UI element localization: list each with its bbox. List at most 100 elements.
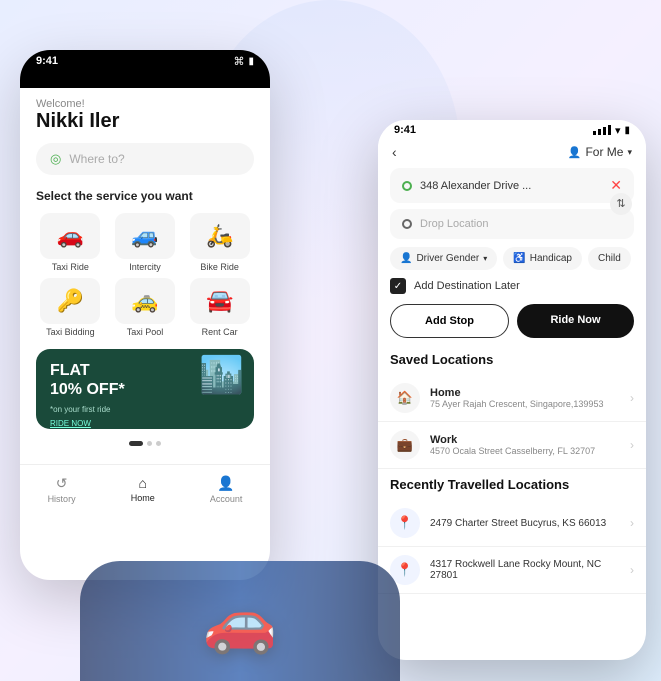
home-saved-icon: 🏠 [390,383,420,413]
handicap-chip[interactable]: ♿ Handicap [503,247,582,270]
location-inputs: 348 Alexander Drive ... ✕ Drop Location … [378,168,646,239]
intercity-icon: 🚙 [115,213,175,259]
promo-subtext: *on your first ride [50,405,110,414]
nav-history-label: History [48,494,76,504]
back-button[interactable]: ‹ [392,144,397,160]
right-header: ‹ 👤 For Me ▾ [378,140,646,168]
action-buttons: Add Stop Ride Now [378,304,646,338]
welcome-text: Welcome! [36,98,254,110]
wifi-icon-r: ▾ [615,124,621,137]
services-grid: 🚗 Taxi Ride 🚙 Intercity 🛵 Bike Ride 🔑 Ta… [36,213,254,337]
nav-history[interactable]: ↺ History [48,475,76,504]
taxi-bidding-icon: 🔑 [40,278,100,324]
nav-home-label: Home [131,493,155,503]
work-arrow-icon: › [630,438,634,452]
dot-2 [147,441,152,446]
person-small-icon: 👤 [568,146,582,159]
taxi-ride-icon: 🚗 [40,213,100,259]
search-bar[interactable]: ◎ Where to? [36,143,254,175]
driver-gender-chip[interactable]: 👤 Driver Gender ▾ [390,247,497,270]
saved-home[interactable]: 🏠 Home 75 Ayer Rajah Crescent, Singapore… [378,375,646,422]
child-label: Child [598,253,621,264]
recent-2-address: 4317 Rockwell Lane Rocky Mount, NC 27801 [430,559,620,581]
search-placeholder: Where to? [69,152,124,166]
service-taxi-bidding[interactable]: 🔑 Taxi Bidding [36,278,105,337]
pickup-dot [402,181,412,191]
user-name: Nikki Iler [36,110,254,133]
recent-2-info: 4317 Rockwell Lane Rocky Mount, NC 27801 [430,559,620,581]
taxi-bidding-label: Taxi Bidding [46,327,95,337]
saved-work[interactable]: 💼 Work 4570 Ocala Street Casselberry, FL… [378,422,646,469]
destination-checkbox-label: Add Destination Later [414,280,520,292]
options-row: 👤 Driver Gender ▾ ♿ Handicap Child [378,247,646,270]
handicap-icon: ♿ [513,253,525,264]
account-icon: 👤 [217,475,234,492]
pickup-input[interactable]: 348 Alexander Drive ... ✕ [390,168,634,203]
work-name: Work [430,434,620,446]
recent-1-arrow-icon: › [630,516,634,530]
status-time-right: 9:41 [394,124,416,136]
car-image: 🚗 [80,561,400,681]
add-stop-button[interactable]: Add Stop [390,304,509,338]
dot-1 [129,441,143,446]
bike-ride-icon: 🛵 [190,213,250,259]
for-me-dropdown[interactable]: 👤 For Me ▾ [568,145,632,159]
nav-account[interactable]: 👤 Account [210,475,243,504]
promo-card[interactable]: FLAT10% OFF* *on your first ride RIDE NO… [36,349,254,429]
drop-dot [402,219,412,229]
promo-link[interactable]: RIDE NOW [50,419,240,428]
section-title: Select the service you want [36,189,254,203]
signal-icon-r [593,125,611,135]
dot-3 [156,441,161,446]
recent-1[interactable]: 📍 2479 Charter Street Bucyrus, KS 66013 … [378,500,646,547]
taxi-pool-label: Taxi Pool [127,327,164,337]
service-intercity[interactable]: 🚙 Intercity [111,213,180,272]
driver-gender-icon: 👤 [400,253,412,264]
pickup-address: 348 Alexander Drive ... [420,180,602,192]
car-emoji: 🚗 [203,586,278,657]
bike-ride-label: Bike Ride [200,262,239,272]
work-saved-icon: 💼 [390,430,420,460]
rent-car-label: Rent Car [202,327,238,337]
clear-pickup-icon[interactable]: ✕ [610,177,622,194]
work-address: 4570 Ocala Street Casselberry, FL 32707 [430,446,620,456]
recent-2-arrow-icon: › [630,563,634,577]
promo-decoration: 🏙️ [199,354,244,396]
recent-title: Recently Travelled Locations [378,477,646,492]
bottom-nav: ↺ History ⌂ Home 👤 Account [20,464,270,510]
phone-right: 9:41 ▾ ▮ ‹ 👤 For Me ▾ 348 Alexander Driv… [378,120,646,660]
nav-account-label: Account [210,494,243,504]
nav-home[interactable]: ⌂ Home [131,475,155,504]
recent-1-info: 2479 Charter Street Bucyrus, KS 66013 [430,518,620,529]
destination-checkbox[interactable]: ✓ [390,278,406,294]
home-name: Home [430,387,620,399]
service-bike-ride[interactable]: 🛵 Bike Ride [185,213,254,272]
battery-icon-r: ▮ [624,125,630,136]
add-destination-later-row[interactable]: ✓ Add Destination Later [378,278,646,294]
swap-button[interactable]: ⇅ [610,193,632,215]
wifi-icon: ⌘ [233,55,244,68]
intercity-label: Intercity [129,262,161,272]
status-time-left: 9:41 [36,55,58,67]
rent-car-icon: 🚘 [190,278,250,324]
child-chip[interactable]: Child [588,247,631,270]
recent-2[interactable]: 📍 4317 Rockwell Lane Rocky Mount, NC 278… [378,547,646,594]
battery-icon: ▮ [248,56,254,67]
service-rent-car[interactable]: 🚘 Rent Car [185,278,254,337]
page-dots [36,441,254,446]
service-taxi-ride[interactable]: 🚗 Taxi Ride [36,213,105,272]
service-taxi-pool[interactable]: 🚕 Taxi Pool [111,278,180,337]
chevron-gender-icon: ▾ [483,254,487,263]
taxi-ride-label: Taxi Ride [52,262,89,272]
work-info: Work 4570 Ocala Street Casselberry, FL 3… [430,434,620,456]
for-me-label: For Me [585,145,623,159]
handicap-label: Handicap [530,253,572,264]
drop-placeholder: Drop Location [420,218,622,230]
saved-title: Saved Locations [378,352,646,367]
recent-1-icon: 📍 [390,508,420,538]
ride-now-button[interactable]: Ride Now [517,304,634,338]
driver-gender-label: Driver Gender [416,253,479,264]
drop-input[interactable]: Drop Location [390,209,634,239]
taxi-pool-icon: 🚕 [115,278,175,324]
signal-icon [211,56,229,66]
